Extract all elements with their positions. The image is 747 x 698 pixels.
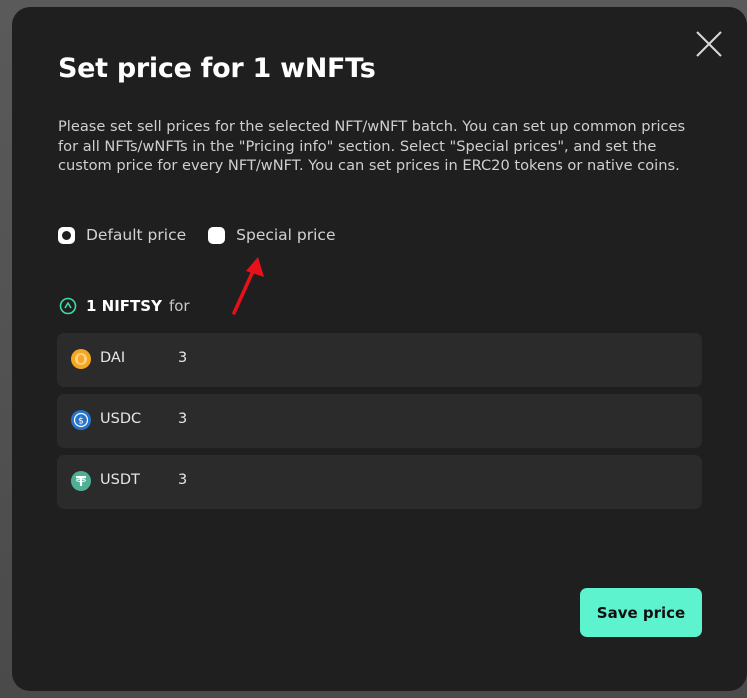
token-price: 3	[178, 350, 188, 366]
token-price: 3	[178, 411, 188, 427]
usdt-icon	[71, 471, 91, 491]
amount-row: 1 NIFTSY for	[58, 295, 190, 317]
special-price-radio[interactable]	[208, 226, 226, 244]
default-price-label: Default price	[86, 226, 187, 244]
default-price-option[interactable]: Default price	[58, 226, 186, 244]
usdc-icon: $	[71, 410, 91, 430]
niftsy-icon	[58, 296, 78, 316]
set-price-modal: Set price for 1 wNFTs Please set sell pr…	[12, 7, 747, 691]
token-name: USDC	[100, 411, 142, 427]
price-row-usdc: $ USDC 3	[57, 394, 702, 448]
close-button[interactable]	[694, 29, 724, 59]
modal-title: Set price for 1 wNFTs	[58, 53, 376, 84]
special-price-option[interactable]: Special price	[208, 226, 336, 244]
special-price-label: Special price	[236, 226, 336, 244]
svg-text:$: $	[78, 417, 84, 427]
amount-value: 1 NIFTSY	[86, 297, 162, 315]
annotation-arrow	[232, 257, 264, 315]
token-price: 3	[178, 472, 188, 488]
modal-description: Please set sell prices for the selected …	[58, 118, 686, 174]
amount-connector: for	[168, 297, 190, 315]
price-list: DAI 3 $ USDC 3 USDT 3	[57, 333, 702, 516]
dai-icon	[71, 349, 91, 369]
save-price-button[interactable]: Save price	[580, 588, 702, 637]
default-price-radio[interactable]	[58, 226, 75, 244]
price-mode-options: Default price Special price	[58, 224, 358, 246]
price-row-usdt: USDT 3	[57, 455, 702, 509]
token-name: DAI	[100, 350, 126, 366]
price-row-dai: DAI 3	[57, 333, 702, 387]
token-name: USDT	[100, 472, 140, 488]
close-icon	[696, 31, 722, 57]
